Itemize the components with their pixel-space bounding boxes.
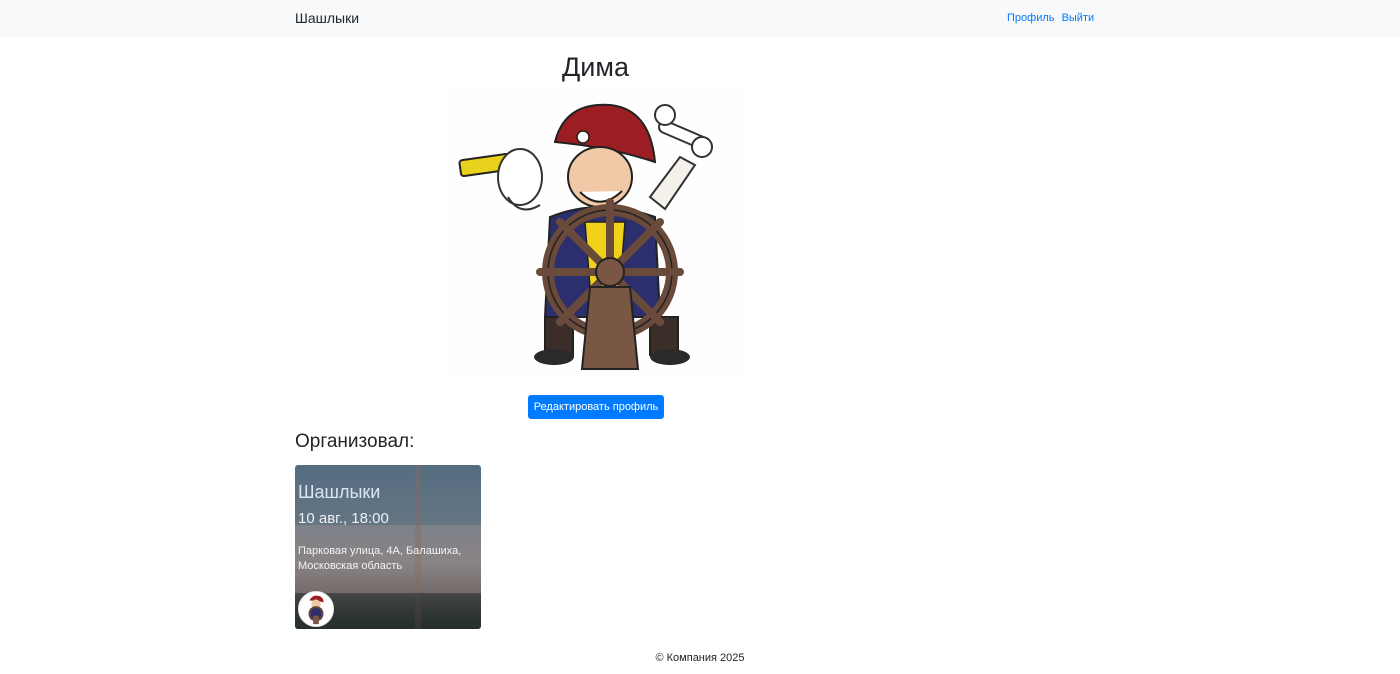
organizer-avatar — [298, 591, 334, 627]
profile-name: Дима — [562, 52, 629, 82]
footer: © Компания 2025 — [655, 652, 745, 664]
event-card-datetime: 10 авг., 18:00 — [298, 510, 389, 527]
nav-link-profile[interactable]: Профиль — [1007, 12, 1055, 24]
navbar-brand[interactable]: Шашлыки — [295, 10, 359, 27]
event-card[interactable]: Шашлыки 10 авг., 18:00 Парковая улица, 4… — [295, 465, 481, 629]
pirate-avatar-icon — [458, 103, 713, 370]
pirate-avatar-icon — [299, 592, 333, 626]
edit-profile-button[interactable]: Редактировать профиль — [528, 395, 664, 419]
navbar: Шашлыки Профиль Выйти — [0, 0, 1400, 37]
nav-link-logout[interactable]: Выйти — [1062, 12, 1095, 24]
event-card-title: Шашлыки — [298, 482, 381, 502]
organized-heading: Организовал: — [295, 431, 415, 452]
profile-avatar — [450, 87, 743, 380]
navbar-links: Профиль Выйти — [1007, 11, 1098, 25]
event-card-address: Парковая улица, 4А, Балашиха, Московская… — [298, 545, 462, 572]
